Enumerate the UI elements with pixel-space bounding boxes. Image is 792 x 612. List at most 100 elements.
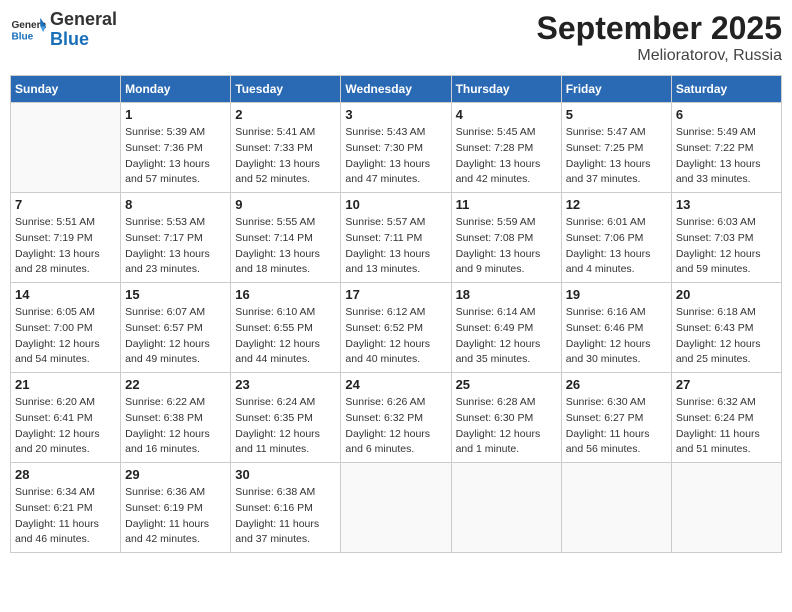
day-number: 24 <box>345 377 446 392</box>
day-info: Sunrise: 6:24 AMSunset: 6:35 PMDaylight:… <box>235 395 336 458</box>
location: Melioratorov, Russia <box>537 47 782 65</box>
day-info: Sunrise: 6:18 AMSunset: 6:43 PMDaylight:… <box>676 305 777 368</box>
day-info: Sunrise: 6:30 AMSunset: 6:27 PMDaylight:… <box>566 395 667 458</box>
calendar-cell <box>561 463 671 553</box>
day-info: Sunrise: 6:32 AMSunset: 6:24 PMDaylight:… <box>676 395 777 458</box>
calendar-cell <box>341 463 451 553</box>
day-number: 7 <box>15 197 116 212</box>
day-info: Sunrise: 6:20 AMSunset: 6:41 PMDaylight:… <box>15 395 116 458</box>
calendar-week-row: 14 Sunrise: 6:05 AMSunset: 7:00 PMDayligh… <box>11 283 782 373</box>
day-info: Sunrise: 5:47 AMSunset: 7:25 PMDaylight:… <box>566 125 667 188</box>
weekday-header-sunday: Sunday <box>11 76 121 103</box>
day-number: 25 <box>456 377 557 392</box>
calendar-cell: 8 Sunrise: 5:53 AMSunset: 7:17 PMDaylight… <box>121 193 231 283</box>
day-number: 15 <box>125 287 226 302</box>
day-info: Sunrise: 6:26 AMSunset: 6:32 PMDaylight:… <box>345 395 446 458</box>
calendar-cell: 25 Sunrise: 6:28 AMSunset: 6:30 PMDayligh… <box>451 373 561 463</box>
calendar-cell: 15 Sunrise: 6:07 AMSunset: 6:57 PMDayligh… <box>121 283 231 373</box>
calendar-cell: 14 Sunrise: 6:05 AMSunset: 7:00 PMDayligh… <box>11 283 121 373</box>
day-info: Sunrise: 6:05 AMSunset: 7:00 PMDaylight:… <box>15 305 116 368</box>
calendar-cell: 28 Sunrise: 6:34 AMSunset: 6:21 PMDayligh… <box>11 463 121 553</box>
day-number: 5 <box>566 107 667 122</box>
day-info: Sunrise: 6:03 AMSunset: 7:03 PMDaylight:… <box>676 215 777 278</box>
weekday-header-friday: Friday <box>561 76 671 103</box>
day-info: Sunrise: 5:57 AMSunset: 7:11 PMDaylight:… <box>345 215 446 278</box>
calendar-cell: 13 Sunrise: 6:03 AMSunset: 7:03 PMDayligh… <box>671 193 781 283</box>
day-number: 22 <box>125 377 226 392</box>
day-info: Sunrise: 6:01 AMSunset: 7:06 PMDaylight:… <box>566 215 667 278</box>
calendar-cell: 29Sunrise: 6:36 AMSunset: 6:19 PMDayligh… <box>121 463 231 553</box>
day-info: Sunrise: 5:59 AMSunset: 7:08 PMDaylight:… <box>456 215 557 278</box>
day-number: 18 <box>456 287 557 302</box>
calendar-cell: 27Sunrise: 6:32 AMSunset: 6:24 PMDayligh… <box>671 373 781 463</box>
calendar-week-row: 28 Sunrise: 6:34 AMSunset: 6:21 PMDayligh… <box>11 463 782 553</box>
day-info: Sunrise: 6:07 AMSunset: 6:57 PMDaylight:… <box>125 305 226 368</box>
calendar-cell <box>451 463 561 553</box>
day-number: 21 <box>15 377 116 392</box>
day-number: 30 <box>235 467 336 482</box>
calendar-cell: 2 Sunrise: 5:41 AMSunset: 7:33 PMDaylight… <box>231 103 341 193</box>
day-info: Sunrise: 5:51 AMSunset: 7:19 PMDaylight:… <box>15 215 116 278</box>
weekday-header-wednesday: Wednesday <box>341 76 451 103</box>
weekday-header-saturday: Saturday <box>671 76 781 103</box>
calendar-cell <box>671 463 781 553</box>
calendar-cell: 30 Sunrise: 6:38 AMSunset: 6:16 PMDayligh… <box>231 463 341 553</box>
day-info: Sunrise: 6:28 AMSunset: 6:30 PMDaylight:… <box>456 395 557 458</box>
day-info: Sunrise: 5:53 AMSunset: 7:17 PMDaylight:… <box>125 215 226 278</box>
calendar-cell: 17 Sunrise: 6:12 AMSunset: 6:52 PMDayligh… <box>341 283 451 373</box>
day-info: Sunrise: 5:49 AMSunset: 7:22 PMDaylight:… <box>676 125 777 188</box>
calendar-cell: 9 Sunrise: 5:55 AMSunset: 7:14 PMDaylight… <box>231 193 341 283</box>
day-info: Sunrise: 5:43 AMSunset: 7:30 PMDaylight:… <box>345 125 446 188</box>
calendar-week-row: 21 Sunrise: 6:20 AMSunset: 6:41 PMDayligh… <box>11 373 782 463</box>
calendar-cell: 10 Sunrise: 5:57 AMSunset: 7:11 PMDayligh… <box>341 193 451 283</box>
day-number: 1 <box>125 107 226 122</box>
day-info: Sunrise: 6:12 AMSunset: 6:52 PMDaylight:… <box>345 305 446 368</box>
day-number: 10 <box>345 197 446 212</box>
weekday-header-thursday: Thursday <box>451 76 561 103</box>
calendar-cell: 11 Sunrise: 5:59 AMSunset: 7:08 PMDayligh… <box>451 193 561 283</box>
calendar-cell: 12 Sunrise: 6:01 AMSunset: 7:06 PMDayligh… <box>561 193 671 283</box>
day-number: 23 <box>235 377 336 392</box>
day-number: 28 <box>15 467 116 482</box>
day-info: Sunrise: 6:10 AMSunset: 6:55 PMDaylight:… <box>235 305 336 368</box>
weekday-header-tuesday: Tuesday <box>231 76 341 103</box>
calendar-cell: 3Sunrise: 5:43 AMSunset: 7:30 PMDaylight… <box>341 103 451 193</box>
month-title: September 2025 Melioratorov, Russia <box>537 10 782 65</box>
svg-text:Blue: Blue <box>11 31 33 42</box>
calendar-cell: 6Sunrise: 5:49 AMSunset: 7:22 PMDaylight… <box>671 103 781 193</box>
calendar-cell: 5 Sunrise: 5:47 AMSunset: 7:25 PMDaylight… <box>561 103 671 193</box>
day-number: 17 <box>345 287 446 302</box>
day-info: Sunrise: 5:39 AMSunset: 7:36 PMDaylight:… <box>125 125 226 188</box>
day-number: 8 <box>125 197 226 212</box>
day-number: 12 <box>566 197 667 212</box>
calendar-week-row: 7 Sunrise: 5:51 AMSunset: 7:19 PMDaylight… <box>11 193 782 283</box>
day-number: 14 <box>15 287 116 302</box>
month-year: September 2025 <box>537 10 782 47</box>
day-number: 2 <box>235 107 336 122</box>
logo: General Blue General Blue <box>10 10 117 50</box>
day-info: Sunrise: 6:14 AMSunset: 6:49 PMDaylight:… <box>456 305 557 368</box>
calendar-cell: 19Sunrise: 6:16 AMSunset: 6:46 PMDayligh… <box>561 283 671 373</box>
calendar-cell <box>11 103 121 193</box>
day-number: 4 <box>456 107 557 122</box>
day-info: Sunrise: 6:38 AMSunset: 6:16 PMDaylight:… <box>235 485 336 548</box>
day-info: Sunrise: 6:16 AMSunset: 6:46 PMDaylight:… <box>566 305 667 368</box>
day-number: 11 <box>456 197 557 212</box>
day-number: 9 <box>235 197 336 212</box>
day-info: Sunrise: 5:41 AMSunset: 7:33 PMDaylight:… <box>235 125 336 188</box>
calendar-cell: 21 Sunrise: 6:20 AMSunset: 6:41 PMDayligh… <box>11 373 121 463</box>
day-info: Sunrise: 6:36 AMSunset: 6:19 PMDaylight:… <box>125 485 226 548</box>
day-info: Sunrise: 5:45 AMSunset: 7:28 PMDaylight:… <box>456 125 557 188</box>
day-number: 13 <box>676 197 777 212</box>
weekday-header-monday: Monday <box>121 76 231 103</box>
calendar-cell: 26 Sunrise: 6:30 AMSunset: 6:27 PMDayligh… <box>561 373 671 463</box>
day-info: Sunrise: 6:34 AMSunset: 6:21 PMDaylight:… <box>15 485 116 548</box>
calendar-table: SundayMondayTuesdayWednesdayThursdayFrid… <box>10 75 782 553</box>
day-info: Sunrise: 5:55 AMSunset: 7:14 PMDaylight:… <box>235 215 336 278</box>
calendar-cell: 18 Sunrise: 6:14 AMSunset: 6:49 PMDayligh… <box>451 283 561 373</box>
day-number: 26 <box>566 377 667 392</box>
calendar-cell: 24 Sunrise: 6:26 AMSunset: 6:32 PMDayligh… <box>341 373 451 463</box>
weekday-header-row: SundayMondayTuesdayWednesdayThursdayFrid… <box>11 76 782 103</box>
calendar-cell: 16Sunrise: 6:10 AMSunset: 6:55 PMDayligh… <box>231 283 341 373</box>
day-info: Sunrise: 6:22 AMSunset: 6:38 PMDaylight:… <box>125 395 226 458</box>
